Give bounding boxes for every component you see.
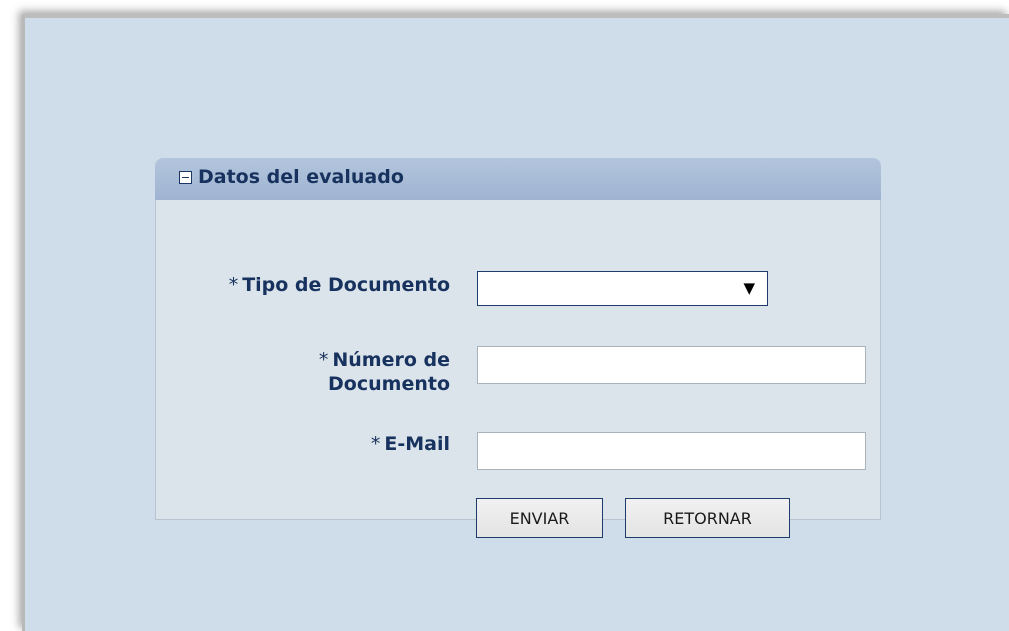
email-label: * E-Mail: [371, 432, 450, 456]
collapse-icon[interactable]: [179, 171, 192, 184]
tipo-documento-select[interactable]: ▼: [477, 271, 768, 306]
panel-title: Datos del evaluado: [198, 166, 404, 188]
numero-documento-label: * Número de Documento: [250, 348, 450, 396]
panel-body: * Tipo de Documento ▼ * Número de Document…: [155, 200, 881, 538]
required-mark: *: [318, 349, 329, 371]
enviar-button[interactable]: ENVIAR: [476, 498, 603, 538]
triangle-down-icon[interactable]: ▼: [743, 279, 755, 297]
evaluado-panel: Datos del evaluado * Tipo de Documento ▼ …: [155, 158, 881, 538]
page-frame: Datos del evaluado * Tipo de Documento ▼ …: [22, 14, 1009, 631]
required-mark: *: [228, 274, 239, 296]
tipo-documento-label: * Tipo de Documento: [229, 273, 450, 297]
panel-header[interactable]: Datos del evaluado: [155, 158, 881, 200]
email-input[interactable]: [477, 432, 866, 470]
numero-documento-label-line2: Documento: [328, 373, 450, 395]
required-mark: *: [370, 433, 381, 455]
numero-documento-label-line1: Número de: [332, 349, 450, 371]
numero-documento-input[interactable]: [477, 346, 866, 384]
retornar-button[interactable]: RETORNAR: [625, 498, 790, 538]
email-label-text: E-Mail: [384, 433, 450, 455]
tipo-documento-label-text: Tipo de Documento: [242, 274, 450, 296]
